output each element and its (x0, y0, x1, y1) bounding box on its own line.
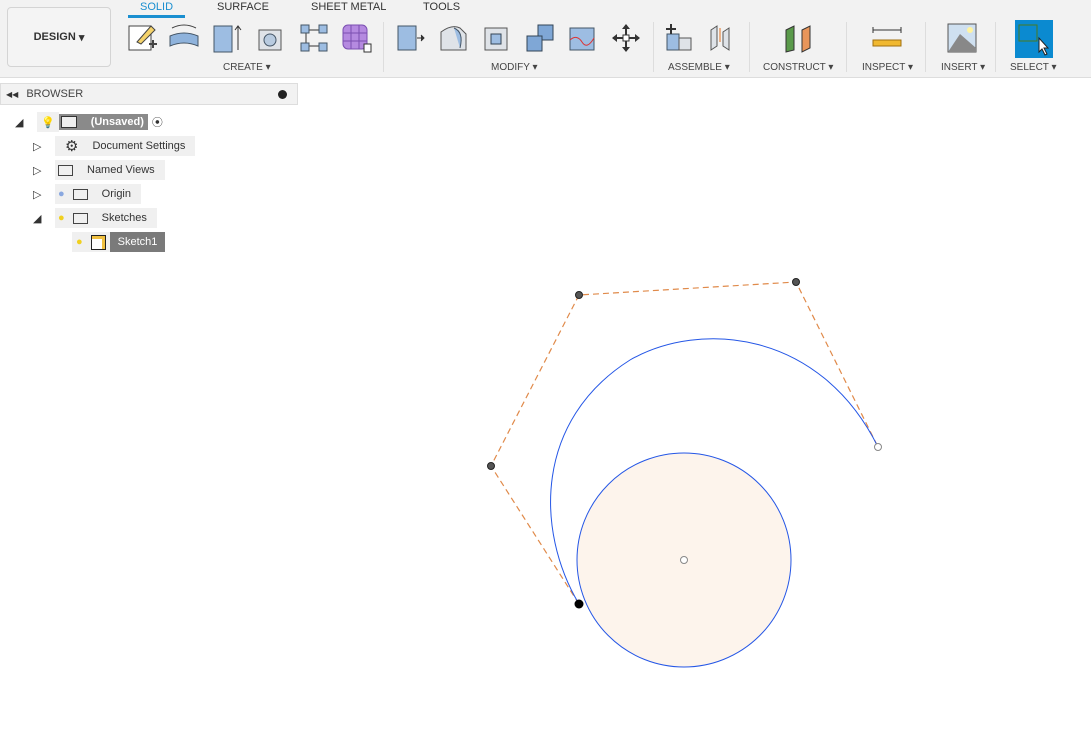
lightbulb-icon[interactable]: 💡 (37, 112, 59, 132)
activate-radio-icon[interactable]: ⦿ (152, 114, 163, 130)
sketch1-label: Sketch1 (109, 232, 166, 252)
pattern-icon[interactable] (298, 22, 330, 54)
item-label: Named Views (87, 164, 155, 176)
insert-image-icon[interactable] (946, 22, 978, 54)
collapse-browser-icon[interactable]: ◀◀ (6, 90, 18, 99)
expand-icon[interactable]: ▷ (33, 140, 55, 153)
offset-plane-icon[interactable] (782, 22, 814, 54)
expand-icon[interactable]: ▷ (33, 164, 55, 177)
control-point[interactable] (792, 278, 800, 286)
control-point[interactable] (487, 462, 495, 470)
move-copy-icon[interactable] (610, 22, 642, 54)
shell-icon[interactable] (481, 22, 513, 54)
separator (925, 22, 926, 72)
browser-item-origin[interactable]: ▷ ● Origin (33, 184, 141, 204)
tab-sheet-metal[interactable]: SHEET METAL (311, 1, 386, 13)
separator (846, 22, 847, 72)
item-label: Sketches (101, 212, 147, 224)
separator (653, 22, 654, 72)
expand-icon[interactable]: ◢ (33, 212, 55, 225)
create-menu[interactable]: CREATE ▾ (223, 62, 271, 73)
browser-item-named-views[interactable]: ▷ Named Views (33, 160, 165, 180)
separator (995, 22, 996, 72)
component-icon (60, 116, 77, 128)
root-label: (Unsaved) (90, 116, 144, 128)
joint-icon[interactable] (707, 22, 739, 54)
modify-menu[interactable]: MODIFY ▾ (491, 62, 538, 73)
assemble-menu[interactable]: ASSEMBLE ▾ (668, 62, 730, 73)
browser-item-sketches[interactable]: ◢ ● Sketches (33, 208, 157, 228)
extrude-icon[interactable] (211, 22, 243, 54)
replace-face-icon[interactable] (567, 22, 599, 54)
browser-item-document-settings[interactable]: ▷ ⚙ Document Settings (33, 136, 196, 156)
control-polygon (490, 281, 879, 605)
tab-solid[interactable]: SOLID (127, 1, 186, 18)
lightbulb-off-icon[interactable]: ● (58, 188, 65, 200)
control-point[interactable] (575, 291, 583, 299)
spline-end-point[interactable] (874, 443, 882, 451)
tab-tools[interactable]: TOOLS (423, 1, 460, 13)
browser-title: BROWSER (26, 88, 84, 100)
folder-icon (58, 164, 73, 176)
design-label: DESIGN (33, 31, 76, 43)
lightbulb-icon[interactable]: ● (58, 212, 65, 224)
fillet-icon[interactable] (438, 22, 470, 54)
item-label: Origin (101, 188, 131, 200)
separator (383, 22, 384, 72)
sketch-circle[interactable] (576, 452, 792, 668)
spline-curve[interactable] (550, 338, 879, 605)
folder-icon (72, 188, 88, 200)
press-pull-icon[interactable] (395, 22, 427, 54)
sketch-icon (90, 234, 106, 250)
tab-surface[interactable]: SURFACE (217, 1, 269, 13)
toolbar: DESIGN ▾ SOLID SURFACE SHEET METAL TOOLS… (0, 0, 1091, 78)
sketch-canvas (487, 278, 882, 668)
browser-header: ◀◀ BROWSER (0, 83, 298, 105)
create-form-icon[interactable] (340, 22, 372, 54)
gear-icon: ⚙ (65, 138, 79, 155)
minimize-icon[interactable] (278, 89, 287, 99)
spline-start-point[interactable] (574, 599, 584, 609)
expand-icon[interactable]: ◢ (15, 116, 37, 129)
new-component-icon[interactable] (663, 22, 695, 54)
browser-item-sketch1[interactable]: ● Sketch1 (72, 232, 166, 252)
item-label: Document Settings (92, 140, 186, 152)
folder-icon (72, 212, 88, 224)
circle-center-point[interactable] (680, 556, 688, 564)
construct-menu[interactable]: CONSTRUCT ▾ (763, 62, 833, 73)
measure-icon[interactable] (871, 22, 903, 54)
select-icon[interactable] (1015, 20, 1053, 58)
lightbulb-icon[interactable]: ● (76, 236, 83, 248)
insert-menu[interactable]: INSERT ▾ (941, 62, 985, 73)
create-sketch-icon[interactable] (127, 22, 159, 54)
separator (749, 22, 750, 72)
expand-icon[interactable]: ▷ (33, 188, 55, 201)
hole-icon[interactable] (255, 22, 287, 54)
select-menu[interactable]: SELECT ▾ (1010, 62, 1057, 73)
combine-icon[interactable] (524, 22, 556, 54)
design-workspace-button[interactable]: DESIGN ▾ (7, 7, 111, 67)
inspect-menu[interactable]: INSPECT ▾ (862, 62, 913, 73)
browser-root[interactable]: ◢ 💡 (Unsaved) ⦿ (15, 112, 163, 132)
revolve-icon[interactable] (168, 22, 200, 54)
